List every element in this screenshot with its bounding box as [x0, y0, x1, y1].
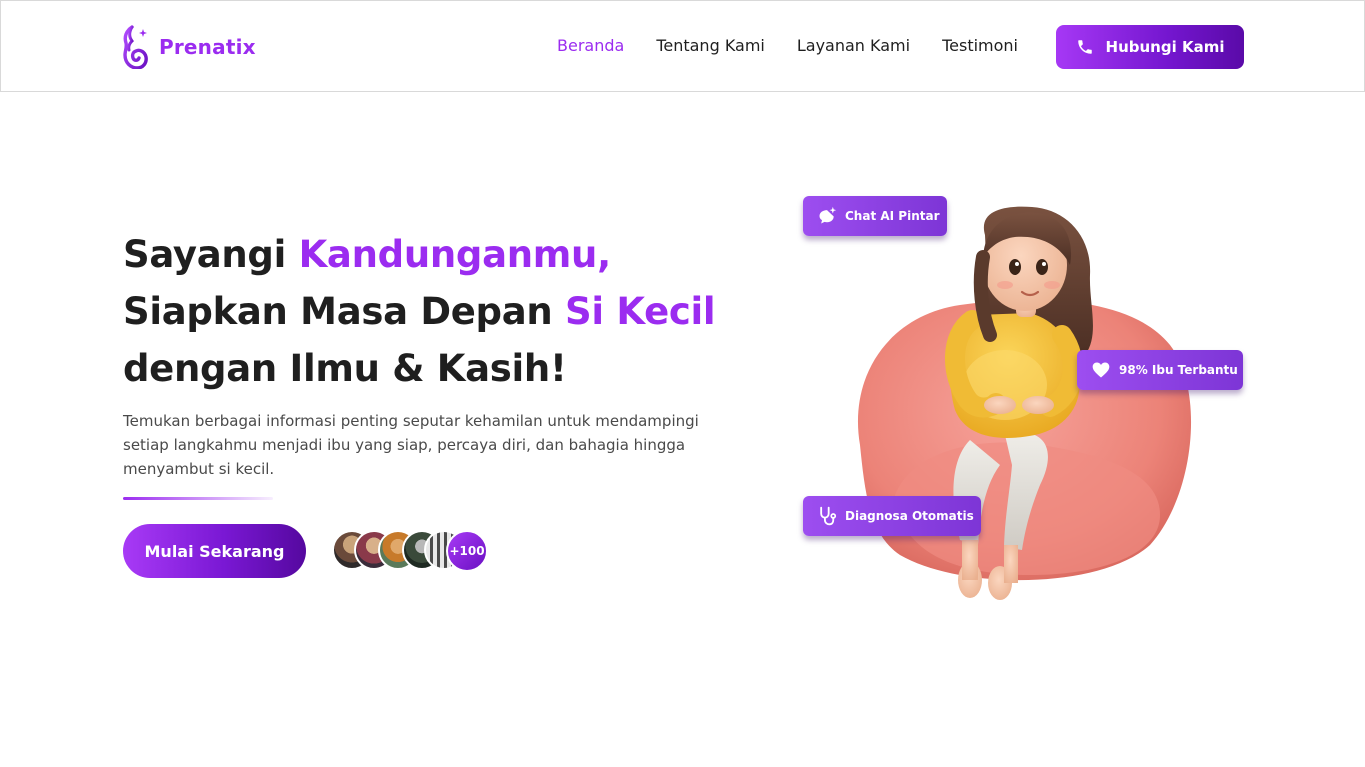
contact-us-label: Hubungi Kami: [1105, 38, 1225, 56]
brand-name: Prenatix: [159, 35, 256, 59]
nav-link-testimoni[interactable]: Testimoni: [942, 36, 1018, 56]
hero-title-line2-plain: Siapkan Masa Depan: [123, 290, 566, 333]
hero-title-line2-accent: Si Kecil: [565, 290, 716, 333]
hero-title: Sayangi Kandunganmu, Siapkan Masa Depan …: [123, 226, 723, 397]
contact-us-button[interactable]: Hubungi Kami: [1056, 25, 1244, 69]
accent-divider: [123, 497, 273, 500]
get-started-label: Mulai Sekarang: [144, 541, 285, 561]
main-nav: Beranda Tentang Kami Layanan Kami Testim…: [557, 36, 1018, 56]
diagnosis-label: Diagnosa Otomatis: [845, 509, 974, 523]
phone-icon: [1077, 40, 1092, 54]
trust-stat-label: 98% Ibu Terbantu: [1119, 363, 1238, 377]
avatars-count-badge: +100: [446, 530, 488, 572]
nav-link-tentang-kami[interactable]: Tentang Kami: [656, 36, 765, 56]
chat-sparkle-icon: [819, 206, 837, 224]
navbar: Prenatix Beranda Tentang Kami Layanan Ka…: [0, 0, 1365, 92]
chat-ai-badge: Chat AI Pintar: [803, 196, 947, 236]
hero-title-line3: dengan Ilmu & Kasih!: [123, 347, 567, 390]
hero-description: Temukan berbagai informasi penting seput…: [123, 412, 699, 478]
stethoscope-icon: [820, 506, 837, 526]
hero-title-line1-accent: Kandunganmu,: [298, 233, 612, 276]
get-started-button[interactable]: Mulai Sekarang: [123, 524, 306, 578]
trust-stat-badge: 98% Ibu Terbantu: [1077, 350, 1243, 390]
brand-logo[interactable]: Prenatix: [123, 25, 256, 69]
pregnant-woman-illustration: [857, 206, 1192, 600]
pregnant-mother-icon: [123, 25, 148, 69]
user-avatars-group: +100: [332, 530, 492, 572]
nav-link-layanan-kami[interactable]: Layanan Kami: [797, 36, 910, 56]
nav-link-beranda[interactable]: Beranda: [557, 36, 624, 56]
chat-ai-label: Chat AI Pintar: [845, 209, 940, 223]
heart-icon: [1092, 362, 1110, 378]
hero-title-line1-plain: Sayangi: [123, 233, 299, 276]
diagnosis-badge: Diagnosa Otomatis: [803, 496, 981, 536]
